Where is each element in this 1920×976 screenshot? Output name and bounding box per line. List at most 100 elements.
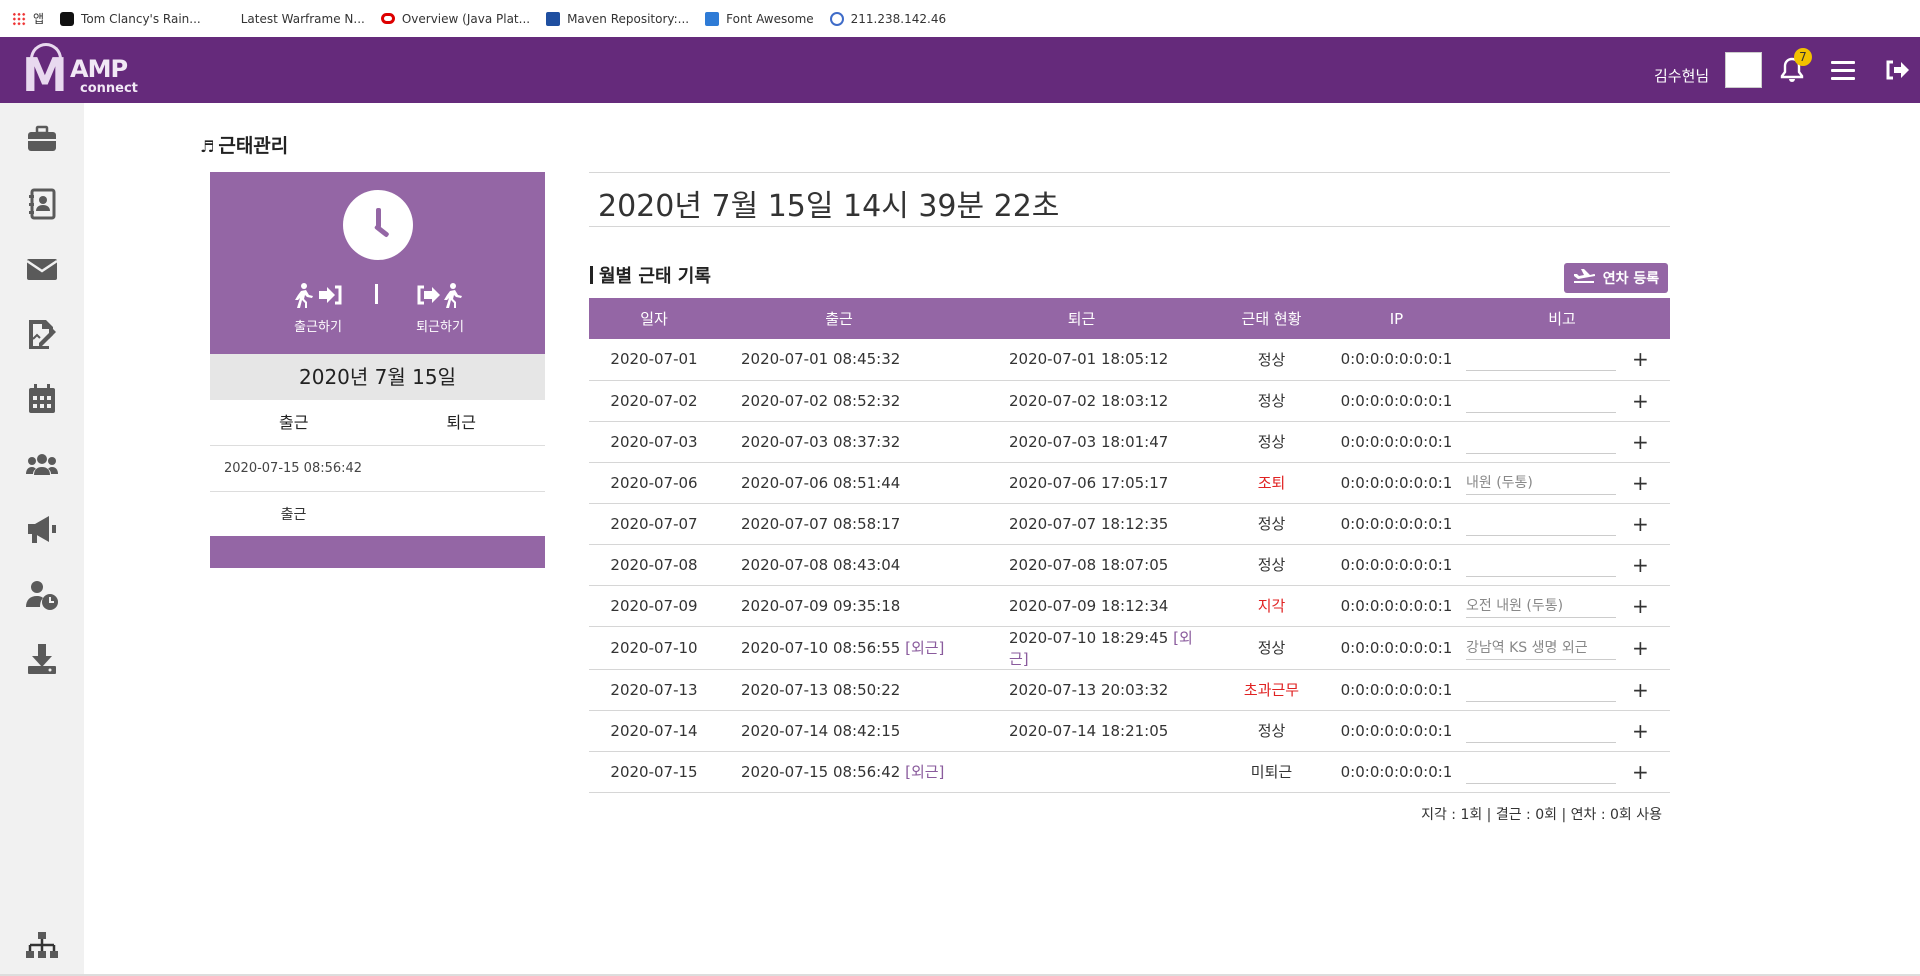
add-note-button[interactable]: + — [1620, 553, 1649, 577]
cell-date: 2020-07-03 — [589, 421, 719, 463]
walk-in-icon — [278, 282, 358, 310]
cell-in: 2020-07-01 08:45:32 — [719, 339, 959, 381]
org-chart-icon[interactable] — [24, 929, 60, 965]
cell-note — [1454, 710, 1620, 752]
cell-date: 2020-07-10 — [589, 626, 719, 670]
note-input[interactable] — [1466, 552, 1616, 577]
card-in-time: 2020-07-15 08:56:42 — [210, 446, 545, 492]
user-clock-icon[interactable] — [24, 576, 60, 612]
cell-date: 2020-07-06 — [589, 462, 719, 504]
cell-add: + — [1620, 380, 1670, 422]
cell-ip: 0:0:0:0:0:0:0:1 — [1339, 710, 1454, 752]
logo[interactable]: M AMP connect — [22, 43, 142, 98]
table-row: 2020-07-01 2020-07-01 08:45:32 2020-07-01… — [589, 339, 1670, 381]
cell-out: 2020-07-09 18:12:34 — [959, 585, 1204, 627]
checkin-button[interactable]: 출근하기 — [278, 282, 358, 335]
in-time: 2020-07-15 08:56:42 — [741, 763, 901, 781]
in-tag: [외근] — [905, 639, 945, 657]
bookmarks-bar: 앱 Tom Clancy's Rain... Latest Warframe N… — [0, 0, 1920, 37]
signature-icon[interactable] — [24, 316, 60, 352]
cell-status: 정상 — [1204, 544, 1339, 586]
download-icon[interactable] — [24, 641, 60, 677]
cell-out: 2020-07-08 18:07:05 — [959, 544, 1204, 586]
out-time: 2020-07-07 18:12:35 — [1009, 514, 1169, 533]
add-note-button[interactable]: + — [1620, 719, 1649, 743]
add-note-button[interactable]: + — [1620, 512, 1649, 536]
cell-ip: 0:0:0:0:0:0:0:1 — [1339, 380, 1454, 422]
megaphone-icon[interactable] — [24, 511, 60, 547]
add-note-button[interactable]: + — [1620, 347, 1649, 371]
out-time: 2020-07-03 18:01:47 — [1009, 432, 1169, 451]
table-row: 2020-07-10 2020-07-10 08:56:55 [외근] 2020-0… — [589, 626, 1670, 670]
table-row: 2020-07-13 2020-07-13 08:50:22 2020-07-13… — [589, 669, 1670, 711]
cell-note — [1454, 751, 1620, 793]
add-note-button[interactable]: + — [1620, 471, 1649, 495]
table-header-row: 일자 출근 퇴근 근태 현황 IP 비고 — [589, 298, 1670, 339]
cell-add: + — [1620, 751, 1670, 793]
add-note-button[interactable]: + — [1620, 389, 1649, 413]
cell-add: + — [1620, 626, 1670, 670]
bookmark-ip[interactable]: 211.238.142.46 — [829, 11, 946, 26]
note-input[interactable] — [1466, 511, 1616, 536]
bookmark-font-awesome[interactable]: Font Awesome — [705, 11, 814, 26]
note-input[interactable] — [1466, 470, 1616, 495]
in-time: 2020-07-13 08:50:22 — [741, 680, 901, 699]
bookmark-r6[interactable]: Tom Clancy's Rain... — [60, 11, 201, 26]
table-row: 2020-07-07 2020-07-07 08:58:17 2020-07-07… — [589, 503, 1670, 545]
cell-date: 2020-07-01 — [589, 339, 719, 381]
cell-out: 2020-07-13 20:03:32 — [959, 669, 1204, 711]
mail-icon[interactable] — [24, 251, 60, 287]
note-input[interactable] — [1466, 635, 1616, 660]
table-row: 2020-07-08 2020-07-08 08:43:04 2020-07-08… — [589, 544, 1670, 586]
note-input[interactable] — [1466, 388, 1616, 413]
cell-ip: 0:0:0:0:0:0:0:1 — [1339, 503, 1454, 545]
attendance-summary: 지각 : 1회 | 결근 : 0회 | 연차 : 0회 사용 — [1421, 807, 1662, 823]
cell-out: 2020-07-02 18:03:12 — [959, 380, 1204, 422]
add-note-button[interactable]: + — [1620, 678, 1649, 702]
card-date: 2020년 7월 15일 — [210, 354, 545, 400]
avatar[interactable] — [1725, 52, 1762, 88]
cell-status: 지각 — [1204, 585, 1339, 627]
plane-icon — [1573, 268, 1596, 288]
cell-status: 정상 — [1204, 503, 1339, 545]
note-input[interactable] — [1466, 718, 1616, 743]
cell-status: 조퇴 — [1204, 462, 1339, 504]
logout-icon[interactable] — [1884, 59, 1909, 81]
out-time: 2020-07-10 18:29:45 — [1009, 628, 1169, 647]
cell-note — [1454, 339, 1620, 381]
cell-ip: 0:0:0:0:0:0:0:1 — [1339, 751, 1454, 793]
add-note-button[interactable]: + — [1620, 760, 1649, 784]
add-note-button[interactable]: + — [1620, 636, 1649, 660]
cell-date: 2020-07-07 — [589, 503, 719, 545]
note-input[interactable] — [1466, 429, 1616, 454]
in-time: 2020-07-01 08:45:32 — [741, 350, 901, 369]
add-note-button[interactable]: + — [1620, 430, 1649, 454]
menu-icon[interactable] — [1831, 61, 1855, 81]
bookmark-warframe[interactable]: Latest Warframe N... — [241, 12, 365, 26]
in-time: 2020-07-03 08:37:32 — [741, 432, 901, 451]
cell-out: 2020-07-07 18:12:35 — [959, 503, 1204, 545]
in-time: 2020-07-08 08:43:04 — [741, 555, 901, 574]
cell-status: 정상 — [1204, 710, 1339, 752]
card-status-row: 출근 — [210, 492, 545, 538]
note-input[interactable] — [1466, 677, 1616, 702]
table-row: 2020-07-09 2020-07-09 09:35:18 2020-07-09… — [589, 585, 1670, 627]
add-note-button[interactable]: + — [1620, 594, 1649, 618]
bookmark-maven[interactable]: Maven Repository:... — [546, 11, 689, 26]
bookmark-apps[interactable]: 앱 — [12, 10, 44, 27]
address-book-icon[interactable] — [24, 186, 60, 222]
r6-icon — [60, 11, 75, 26]
card-col-in: 출근 — [279, 413, 309, 432]
calendar-icon[interactable] — [24, 381, 60, 417]
note-input[interactable] — [1466, 593, 1616, 618]
cell-in: 2020-07-07 08:58:17 — [719, 503, 959, 545]
walk-out-icon — [400, 282, 480, 310]
table-row: 2020-07-15 2020-07-15 08:56:42 [외근] 미퇴근 0:… — [589, 751, 1670, 793]
note-input[interactable] — [1466, 759, 1616, 784]
register-leave-button[interactable]: 연차 등록 — [1564, 263, 1668, 293]
note-input[interactable] — [1466, 347, 1616, 372]
checkout-button[interactable]: 퇴근하기 — [400, 282, 480, 335]
users-icon[interactable] — [24, 446, 60, 482]
briefcase-icon[interactable] — [24, 121, 60, 157]
bookmark-java[interactable]: Overview (Java Plat... — [380, 12, 530, 26]
